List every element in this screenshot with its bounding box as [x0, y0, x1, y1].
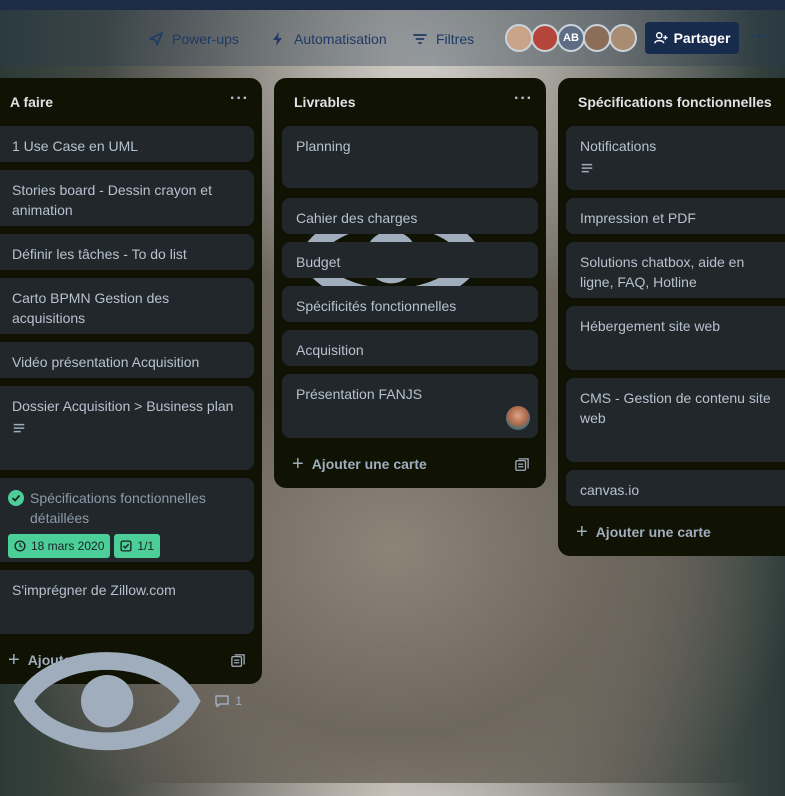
card-template-icon[interactable] [231, 654, 245, 668]
more-menu-icon[interactable]: ··· [750, 26, 771, 47]
card-title: 1 Use Case en UML [12, 138, 139, 154]
plus-icon: + [576, 521, 588, 543]
card[interactable]: Définir les tâches - To do list [0, 234, 254, 270]
card-badges: 18 mars 2020 1/1 [8, 534, 242, 558]
card-badges: 1 [12, 606, 242, 796]
list-menu-icon[interactable]: ··· [514, 90, 533, 108]
plus-icon: + [292, 453, 304, 475]
avatar[interactable]: AB [557, 24, 585, 52]
top-strip [0, 0, 785, 10]
card[interactable]: Impression et PDF [566, 198, 785, 234]
avatar[interactable] [583, 24, 611, 52]
list-menu-icon[interactable]: ··· [230, 90, 249, 108]
filters-button[interactable]: Filtres [412, 28, 474, 50]
powerups-label: Power-ups [172, 31, 239, 47]
card-title: Stories board - Dessin crayon et animati… [12, 182, 212, 218]
card-title: Acquisition [296, 342, 364, 358]
card[interactable]: Vidéo présentation Acquisition [0, 342, 254, 378]
card-badges [580, 162, 773, 176]
card-title: S'imprégner de Zillow.com [12, 582, 176, 598]
card[interactable]: Présentation FANJS [282, 374, 538, 438]
avatar[interactable] [506, 406, 530, 430]
card-badges [12, 422, 242, 436]
card-title: Cahier des charges [296, 210, 418, 226]
card-title: Définir les tâches - To do list [12, 246, 187, 262]
automation-label: Automatisation [294, 31, 387, 47]
board-header: Power-ups Automatisation Filtres AB Part… [0, 10, 785, 66]
comments-badge: 1 [214, 691, 242, 711]
comment-icon [215, 695, 230, 708]
card[interactable]: Spécificités fonctionnelles [282, 286, 538, 322]
card[interactable]: S'imprégner de Zillow.com 1 [0, 570, 254, 751]
list-a-faire: A faire ··· 1 Use Case en UML Stories bo… [0, 78, 262, 751]
card[interactable]: 1 Use Case en UML [0, 126, 254, 162]
due-date-badge[interactable]: 18 mars 2020 [8, 534, 111, 558]
avatar[interactable] [531, 24, 559, 52]
checkbox-icon [120, 540, 132, 552]
description-icon [13, 423, 25, 433]
card[interactable]: Planning 1 [282, 126, 538, 307]
card-title: Spécificités fonctionnelles [296, 298, 457, 314]
card[interactable]: Notifications [566, 126, 785, 190]
filters-label: Filtres [436, 31, 475, 47]
check-circle-icon [8, 490, 24, 506]
eye-icon [13, 652, 201, 751]
card[interactable]: Solutions chatbox, aide en ligne, FAQ, H… [566, 242, 785, 298]
avatar[interactable] [505, 24, 533, 52]
checklist-badge: 1/1 [114, 534, 161, 558]
card[interactable]: Stories board - Dessin crayon et animati… [0, 170, 254, 226]
member-avatars: AB [505, 24, 637, 52]
filter-icon [413, 34, 427, 44]
card[interactable]: Dossier Acquisition > Business plan [0, 386, 254, 470]
plus-icon: + [8, 649, 20, 671]
card-title: Vidéo présentation Acquisition [12, 354, 200, 370]
list-title[interactable]: Spécifications fonctionnelles [578, 94, 772, 110]
card[interactable]: CMS - Gestion de contenu site web [566, 378, 785, 462]
card[interactable]: Spécifications fonctionnelles détaillées… [0, 478, 254, 562]
card-title: canvas.io [580, 482, 640, 498]
card[interactable]: Hébergement site web [566, 306, 785, 370]
card-title: Carto BPMN Gestion des acquisitions [12, 290, 170, 326]
card-title: Dossier Acquisition > Business plan [12, 398, 234, 414]
card-title: Présentation FANJS [296, 386, 423, 402]
automation-button[interactable]: Automatisation [270, 28, 387, 50]
card-title: Impression et PDF [580, 210, 696, 226]
lightning-icon [273, 32, 282, 46]
card-title: Notifications [580, 138, 657, 154]
rocket-icon [149, 32, 163, 46]
list-specifications: Spécifications fonctionnelles Notificati… [558, 78, 785, 556]
clock-icon [14, 540, 26, 552]
powerups-button[interactable]: Power-ups [148, 28, 239, 50]
card-title: CMS - Gestion de contenu site web [580, 390, 771, 426]
card[interactable]: Cahier des charges [282, 198, 538, 234]
card-title: Spécifications fonctionnelles détaillées [30, 490, 206, 526]
card-title: Budget [296, 254, 341, 270]
card[interactable]: Acquisition [282, 330, 538, 366]
avatar[interactable] [609, 24, 637, 52]
card[interactable]: Budget [282, 242, 538, 278]
add-person-icon [653, 32, 668, 44]
list-title[interactable]: A faire [10, 94, 53, 110]
list-title[interactable]: Livrables [294, 94, 355, 110]
card-template-icon[interactable] [515, 458, 529, 472]
card-title: Solutions chatbox, aide en ligne, FAQ, H… [580, 254, 745, 290]
description-icon [581, 163, 593, 173]
add-card-button[interactable]: + Ajouter une carte [576, 521, 711, 543]
list-livrables: Livrables ··· Planning 1 Cahier des char… [274, 78, 546, 488]
share-button[interactable]: Partager [645, 22, 739, 54]
add-card-button[interactable]: + Ajouter une carte [292, 453, 427, 475]
add-card-button[interactable]: + Ajouter une carte [8, 649, 143, 671]
card-title: Hébergement site web [580, 318, 721, 334]
card[interactable]: canvas.io [566, 470, 785, 506]
share-label: Partager [673, 30, 731, 46]
card[interactable]: Carto BPMN Gestion des acquisitions [0, 278, 254, 334]
card-title: Planning [296, 138, 351, 154]
